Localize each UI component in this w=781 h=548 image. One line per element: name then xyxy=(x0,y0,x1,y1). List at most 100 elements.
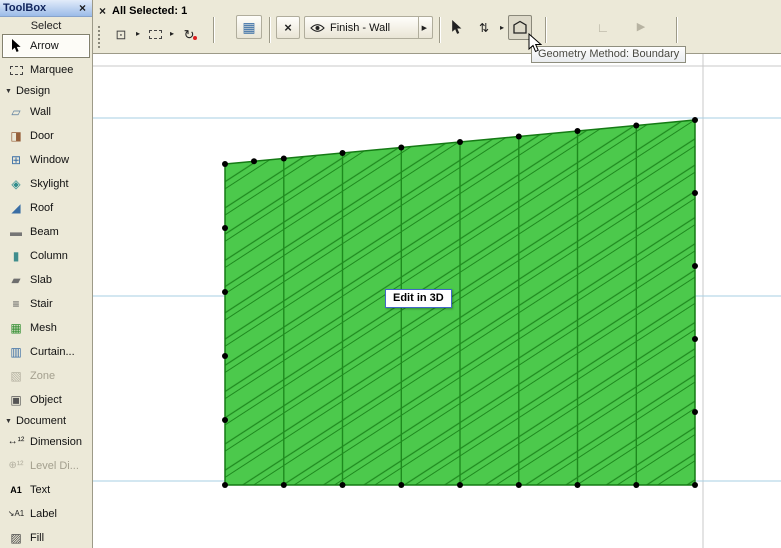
tool-label: Dimension xyxy=(30,436,82,448)
wall-icon: ▱ xyxy=(11,105,21,119)
play-icon: ▶ xyxy=(636,20,646,33)
tool-label: Stair xyxy=(30,298,53,310)
tool-label: Beam xyxy=(30,226,59,238)
grid-button[interactable]: ▦ xyxy=(236,15,262,39)
toolbox-palette: ToolBox × Select Arrow Marquee ▼ Design … xyxy=(0,0,93,548)
section-design[interactable]: ▼ Design xyxy=(0,82,92,100)
boundary-polygon-icon xyxy=(513,20,527,34)
section-document[interactable]: ▼ Document xyxy=(0,412,92,430)
pet-palette-button[interactable]: ⊡ xyxy=(109,23,133,45)
toolbar-separator xyxy=(545,17,547,43)
label-icon: ↘A1 xyxy=(7,509,25,518)
curtain-wall-icon: ▥ xyxy=(10,345,22,359)
column-icon: ▮ xyxy=(12,249,20,263)
toolbox-title: ToolBox xyxy=(3,2,47,14)
tool-label: Window xyxy=(30,154,70,166)
fill-icon: ▨ xyxy=(10,531,22,545)
object-icon: ▣ xyxy=(10,393,22,407)
slab-icon: ▰ xyxy=(11,273,21,287)
section-collapse-icon: ▼ xyxy=(5,87,12,95)
stretch-button[interactable]: × xyxy=(276,16,300,39)
tool-mesh[interactable]: ▦ Mesh xyxy=(0,316,92,340)
tool-beam[interactable]: ▬ Beam xyxy=(0,220,92,244)
tool-curtain-wall[interactable]: ▥ Curtain... xyxy=(0,340,92,364)
tool-column[interactable]: ▮ Column xyxy=(0,244,92,268)
tool-label: Mesh xyxy=(30,322,57,334)
mesh-icon: ▦ xyxy=(10,321,22,335)
toolbar-separator xyxy=(439,17,441,43)
main-area: × All Selected: 1 ⊡ ▸ ▸ ↻ ▦ × Finish - W… xyxy=(93,0,781,548)
marquee-options-icon xyxy=(148,29,162,39)
toolbar-drag-handle[interactable] xyxy=(98,26,101,48)
edit-in-3d-button[interactable]: Edit in 3D xyxy=(385,289,452,308)
split-arrow-icon[interactable]: ▸ xyxy=(170,30,174,38)
tool-object[interactable]: ▣ Object xyxy=(0,388,92,412)
section-collapse-icon: ▼ xyxy=(5,417,12,425)
geometry-method-arrow-button[interactable] xyxy=(445,15,469,40)
marquee-options-button[interactable] xyxy=(143,23,167,45)
toolbar-close-icon[interactable]: × xyxy=(96,4,109,18)
tool-label: Marquee xyxy=(30,64,74,76)
corner-icon: ∟ xyxy=(596,19,610,35)
toolbox-select-header: Select xyxy=(30,19,62,32)
archicad-window: ToolBox × Select Arrow Marquee ▼ Design … xyxy=(0,0,781,548)
drawing-canvas[interactable]: Edit in 3D xyxy=(93,54,781,548)
eye-icon xyxy=(310,23,325,33)
tool-label: Zone xyxy=(30,370,56,382)
tool-slab[interactable]: ▰ Slab xyxy=(0,268,92,292)
tool-stair[interactable]: ≡ Stair xyxy=(0,292,92,316)
split-arrow-icon[interactable]: ▸ xyxy=(500,23,504,32)
tool-marquee[interactable]: Marquee xyxy=(0,58,92,82)
dropdown-arrow-icon[interactable]: ▶ xyxy=(417,17,430,38)
window-icon: ⊞ xyxy=(10,153,22,167)
tool-label: Level Di... xyxy=(30,460,79,472)
finish-wall-dropdown[interactable]: Finish - Wall ▶ xyxy=(304,16,433,39)
roof-icon: ◢ xyxy=(11,201,21,215)
section-label: Document xyxy=(15,415,67,427)
tool-label: Wall xyxy=(30,106,51,118)
tool-window[interactable]: ⊞ Window xyxy=(0,148,92,172)
geometry-method-cluster: ⇅ ▸ xyxy=(445,15,533,40)
tool-label: Object xyxy=(30,394,62,406)
tool-wall[interactable]: ▱ Wall xyxy=(0,100,92,124)
tool-label: Skylight xyxy=(30,178,69,190)
tool-level-dimension: ⊕¹² Level Di... xyxy=(0,454,92,478)
rotate-button[interactable]: ↻ xyxy=(177,23,201,45)
marquee-icon xyxy=(7,65,25,75)
tool-label: Arrow xyxy=(30,40,59,52)
mouse-cursor xyxy=(528,33,542,53)
split-arrow-icon[interactable]: ▸ xyxy=(136,30,140,38)
text-icon: A1 xyxy=(10,484,22,495)
tool-dimension[interactable]: ↔¹² Dimension xyxy=(0,430,92,454)
tool-label: Label xyxy=(30,508,57,520)
tool-zone: ▧ Zone xyxy=(0,364,92,388)
geometry-method-tooltip: Geometry Method: Boundary xyxy=(531,46,687,63)
tool-text[interactable]: A1 Text xyxy=(0,478,92,502)
stretch-icon: × xyxy=(284,20,292,35)
toolbox-close-icon[interactable]: × xyxy=(76,1,89,15)
geometry-method-offset-button[interactable]: ⇅ xyxy=(472,15,496,40)
tool-label: Text xyxy=(30,484,51,496)
settings-cluster: ⊡ ▸ ▸ ↻ xyxy=(109,23,201,45)
tool-skylight[interactable]: ◈ Skylight xyxy=(0,172,92,196)
finish-wall-label: Finish - Wall xyxy=(330,21,391,34)
rotate-origin-dot xyxy=(193,36,198,40)
section-label: Design xyxy=(15,85,51,97)
toolbar-separator xyxy=(213,17,215,43)
skylight-icon: ◈ xyxy=(11,177,21,191)
tool-label: Slab xyxy=(30,274,53,286)
offset-icon: ⇅ xyxy=(478,20,490,35)
tool-door[interactable]: ◨ Door xyxy=(0,124,92,148)
tool-arrow[interactable]: Arrow xyxy=(2,34,90,58)
tool-fill[interactable]: ▨ Fill xyxy=(0,526,92,548)
zone-icon: ▧ xyxy=(10,369,22,383)
toolbar-separator xyxy=(269,17,271,43)
tool-label: Roof xyxy=(30,202,54,214)
toolbox-titlebar[interactable]: ToolBox × xyxy=(0,0,92,17)
tool-roof[interactable]: ◢ Roof xyxy=(0,196,92,220)
level-dimension-icon: ⊕¹² xyxy=(8,460,24,471)
pet-palette-icon: ⊡ xyxy=(115,26,127,42)
beam-icon: ▬ xyxy=(10,225,22,239)
play-button: ▶ xyxy=(629,16,653,38)
tool-label[interactable]: ↘A1 Label xyxy=(0,502,92,526)
